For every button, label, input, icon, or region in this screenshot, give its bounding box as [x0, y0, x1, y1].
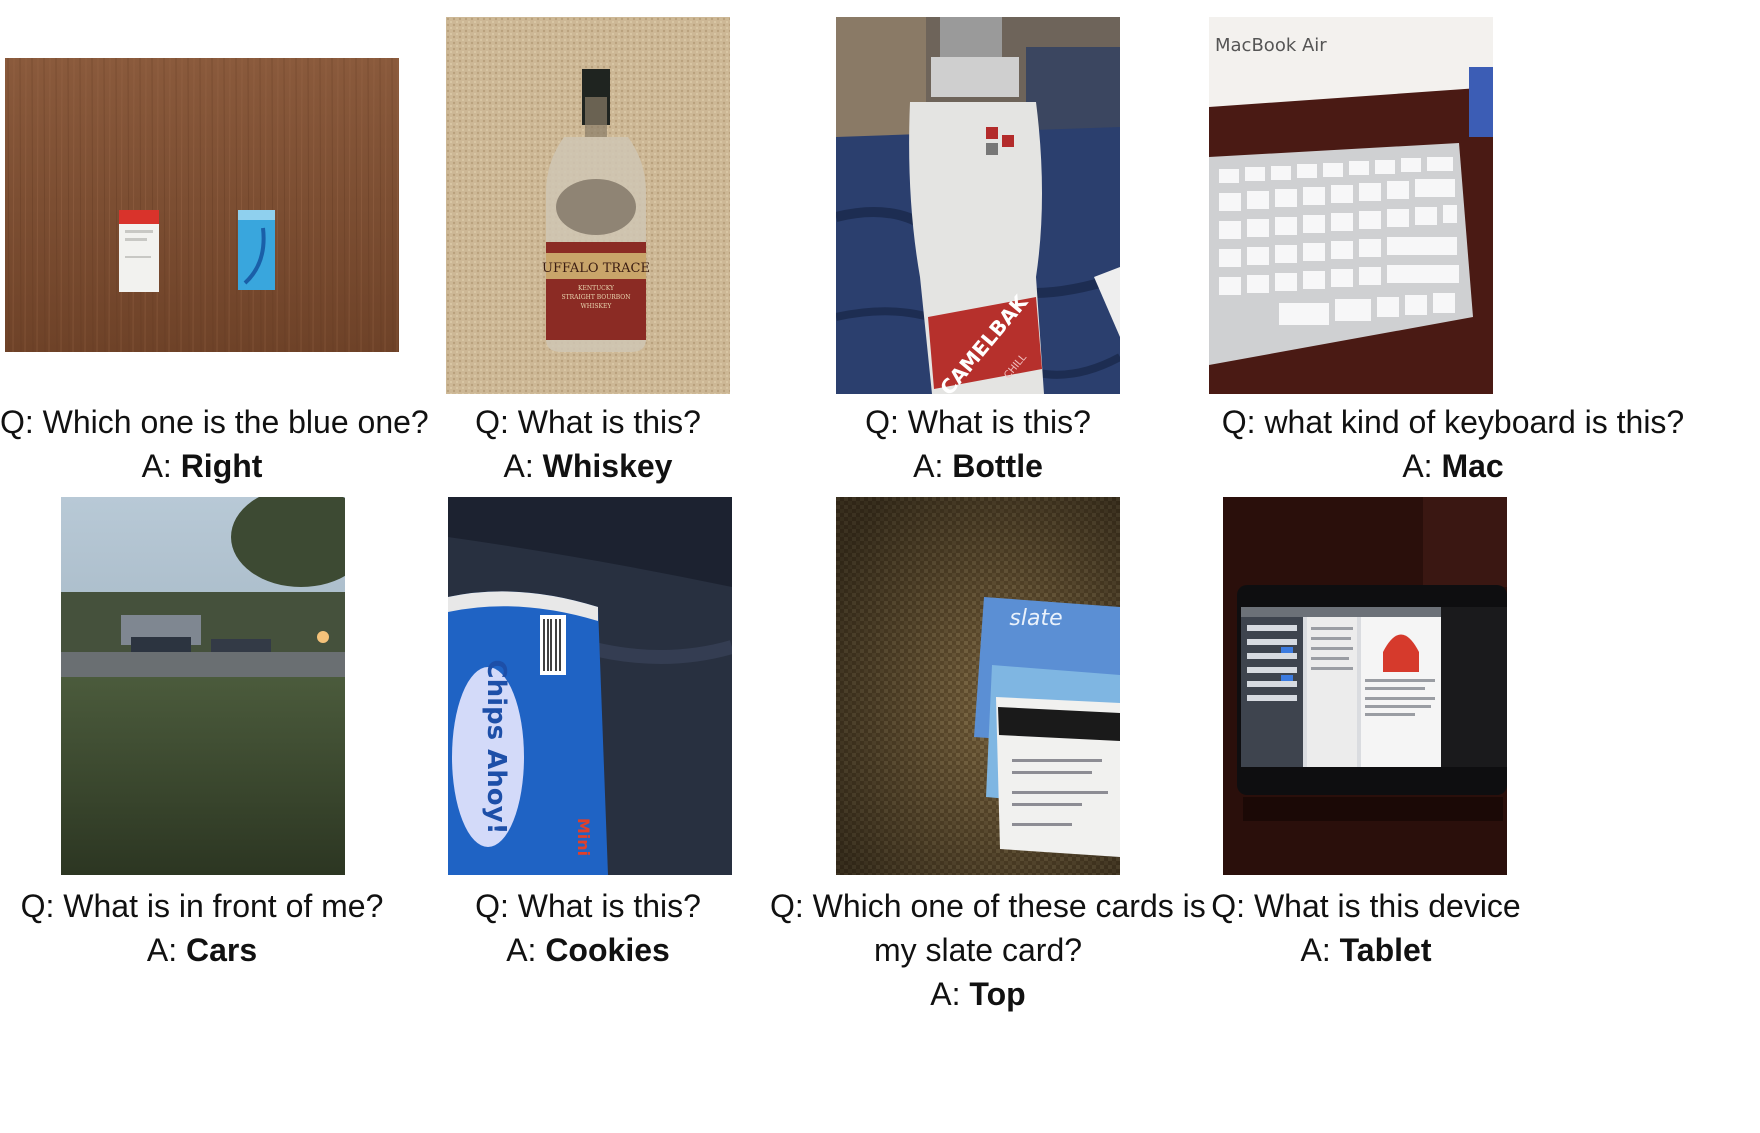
- question-line: Q: What is this?: [420, 884, 756, 928]
- answer-prefix: A:: [506, 932, 537, 968]
- answer-line: A: Bottle: [810, 444, 1146, 488]
- answer-text: Cookies: [545, 932, 670, 968]
- answer-text: Mac: [1441, 448, 1504, 484]
- caption-front-of-me: Q: What is in front of me? A: Cars: [0, 884, 404, 972]
- whiskey-label-text: UFFALO TRACE: [542, 261, 650, 276]
- answer-line: A: Cookies: [420, 928, 756, 972]
- question-text-line-1: Which one of these cards is: [812, 888, 1206, 924]
- photo-whiskey: UFFALO TRACE KENTUCKY STRAIGHT BOURBON W…: [446, 17, 730, 394]
- answer-text: Right: [180, 448, 263, 484]
- photo-slate-card: slate: [836, 497, 1120, 875]
- caption-cookies: Q: What is this? A: Cookies: [420, 884, 756, 972]
- question-line: Q: What is this device: [1186, 884, 1546, 928]
- answer-text: Whiskey: [542, 448, 673, 484]
- cookie-brand-text: Chips Ahoy!: [481, 660, 511, 835]
- answer-prefix: A:: [141, 448, 172, 484]
- photo-blue-one: [5, 58, 399, 352]
- photo-cookies: Chips Ahoy! Mini: [448, 497, 732, 875]
- whiskey-label-line-2: KENTUCKY: [578, 285, 615, 292]
- answer-prefix: A:: [503, 448, 534, 484]
- question-prefix: Q:: [0, 404, 34, 440]
- question-text: Which one is the blue one?: [42, 404, 429, 440]
- answer-text: Cars: [185, 932, 258, 968]
- question-line: Q: Which one of these cards is: [770, 884, 1206, 928]
- caption-whiskey: Q: What is this? A: Whiskey: [420, 400, 756, 488]
- answer-line: A: Right: [0, 444, 404, 488]
- answer-line: A: Tablet: [1186, 928, 1546, 972]
- question-prefix: Q:: [1211, 888, 1246, 924]
- answer-prefix: A:: [1300, 932, 1331, 968]
- question-prefix: Q:: [20, 888, 55, 924]
- answer-text: Bottle: [952, 448, 1043, 484]
- answer-line: A: Whiskey: [420, 444, 756, 488]
- answer-prefix: A:: [146, 932, 178, 968]
- question-prefix: Q:: [865, 404, 899, 440]
- caption-keyboard: Q: what kind of keyboard is this? A: Mac: [1146, 400, 1760, 488]
- macbook-text: MacBook Air: [1215, 35, 1327, 56]
- question-line: Q: What is this?: [810, 400, 1146, 444]
- answer-prefix: A:: [1402, 448, 1433, 484]
- answer-text: Top: [969, 976, 1026, 1012]
- answer-line: A: Mac: [1146, 444, 1760, 488]
- question-prefix: Q:: [770, 888, 804, 924]
- caption-bottle: Q: What is this? A: Bottle: [810, 400, 1146, 488]
- question-line: Q: what kind of keyboard is this?: [1146, 400, 1760, 444]
- whiskey-label-line-4: WHISKEY: [581, 303, 613, 310]
- photo-bottle: CAMELBAK CHILL: [836, 17, 1120, 394]
- answer-text: Tablet: [1339, 932, 1432, 968]
- whiskey-label-line-3: STRAIGHT BOURBON: [562, 294, 631, 301]
- question-text: What is this device: [1253, 888, 1521, 924]
- question-line: Q: Which one is the blue one?: [0, 400, 429, 444]
- answer-prefix: A:: [913, 448, 944, 484]
- question-text: What is in front of me?: [63, 888, 384, 924]
- question-prefix: Q:: [475, 404, 509, 440]
- question-prefix: Q:: [475, 888, 509, 924]
- photo-device: [1223, 497, 1507, 875]
- question-prefix: Q:: [1221, 404, 1256, 440]
- answer-line: A: Top: [770, 972, 1186, 1016]
- caption-blue-one: Q: Which one is the blue one? A: Right: [0, 400, 429, 488]
- photo-keyboard: MacBook Air: [1209, 17, 1493, 394]
- question-line: Q: What is in front of me?: [0, 884, 404, 928]
- cookie-sub-text: Mini: [574, 818, 593, 856]
- question-line: Q: What is this?: [420, 400, 756, 444]
- slate-card-text: slate: [1009, 606, 1062, 631]
- photo-front-of-me: [61, 497, 345, 875]
- question-line-2: my slate card?: [873, 932, 1083, 968]
- question-text: what kind of keyboard is this?: [1264, 404, 1685, 440]
- question-text: What is this?: [517, 404, 701, 440]
- question-text: What is this?: [907, 404, 1091, 440]
- question-text: What is this?: [517, 888, 701, 924]
- caption-slate-card: Q: Which one of these cards is my slate …: [770, 884, 1206, 1016]
- answer-line: A: Cars: [0, 928, 404, 972]
- caption-device: Q: What is this device A: Tablet: [1186, 884, 1546, 972]
- answer-prefix: A:: [930, 976, 961, 1012]
